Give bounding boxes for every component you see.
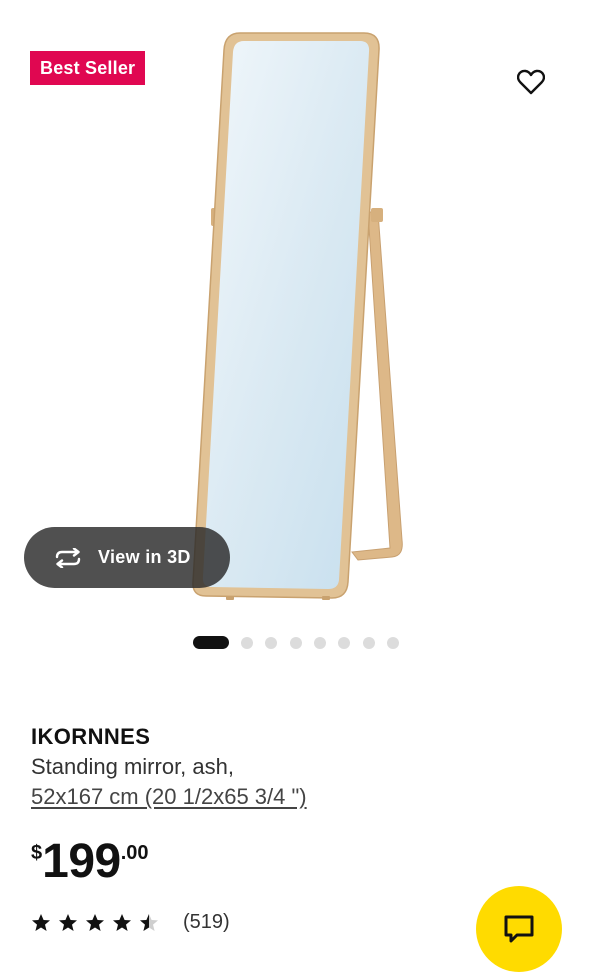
chat-button[interactable] [476,886,562,972]
star-half-icon [140,913,158,931]
price-decimal: .00 [120,842,149,864]
gallery-dot[interactable] [338,637,350,649]
best-seller-badge: Best Seller [30,51,146,85]
product-price: $ 199 .00 [31,834,149,890]
rotate-arrows-icon [52,547,84,568]
gallery-dot-active[interactable] [193,636,229,649]
view-in-3d-label: View in 3D [98,547,191,567]
product-rating[interactable]: (519) [31,911,230,934]
price-integer: 199 [42,835,121,888]
view-in-3d-button[interactable]: View in 3D [24,527,230,588]
star-full-icon [113,913,131,931]
star-full-icon [86,913,104,931]
gallery-dot[interactable] [314,637,326,649]
gallery-dot[interactable] [290,637,302,649]
gallery-dot[interactable] [265,637,277,649]
product-size-link[interactable]: 52x167 cm (20 1/2x65 3/4 ") [31,782,307,812]
gallery-dot[interactable] [363,637,375,649]
review-count: (519) [183,911,230,933]
gallery-pagination [0,636,592,650]
gallery-dot[interactable] [387,637,399,649]
star-full-icon [32,913,50,931]
product-image-gallery[interactable]: Best Seller View in 3D [0,0,592,680]
favorite-button[interactable] [511,62,551,102]
product-info: IKORNNES Standing mirror, ash, 52x167 cm… [31,722,307,812]
chat-bubble-icon [504,915,534,943]
heart-outline-icon [517,69,545,95]
product-name: IKORNNES [31,724,151,749]
star-full-icon [59,913,77,931]
price-currency: $ [31,842,43,864]
rating-stars [31,913,159,933]
product-description: Standing mirror, ash, [31,754,234,779]
gallery-dot[interactable] [241,637,253,649]
